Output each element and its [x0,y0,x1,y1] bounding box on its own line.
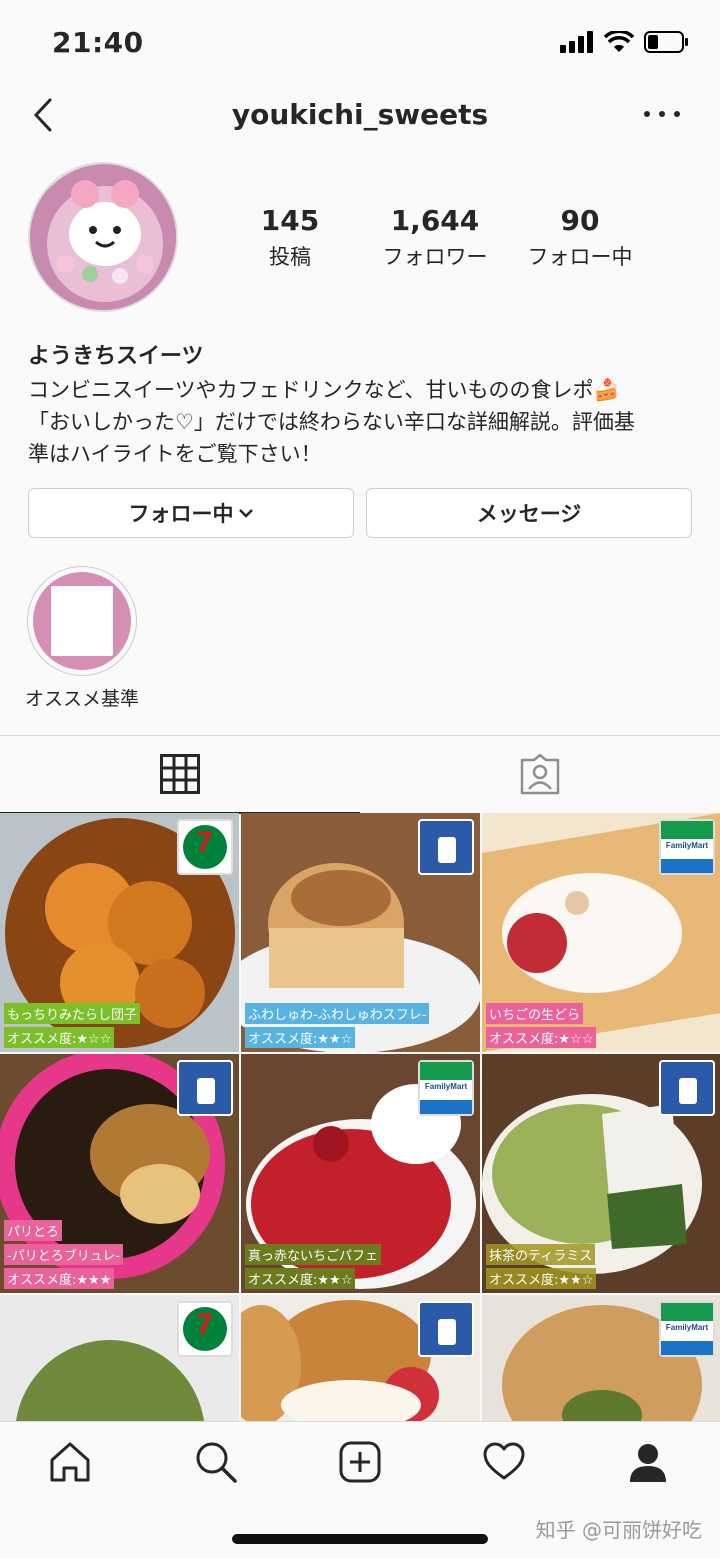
following-button-label: フォロー中 [128,502,234,526]
add-post-icon [339,1441,381,1483]
post-caption-tags: パリとろ -パリとろブリュレ- オススメ度:★★★ [4,1217,124,1289]
post-rating-tag: オススメ度:★★☆ [486,1268,597,1289]
post-thumbnail[interactable]: 7 [0,1295,239,1421]
seven-eleven-logo: 7 [177,819,233,875]
highlight-image [33,572,131,670]
tab-tagged[interactable] [360,736,720,814]
post-rating-tag: オススメ度:★☆☆ [486,1027,597,1048]
bio-text-line: コンビニスイーツやカフェドリンクなど、甘いものの食レポ🍰 [28,378,620,402]
profile-bio: ようきちスイーツ コンビニスイーツやカフェドリンクなど、甘いものの食レポ🍰 「お… [28,338,698,470]
post-thumbnail[interactable] [241,1295,480,1421]
stat-value: 90 [560,204,600,237]
heart-icon [483,1442,525,1480]
profile-tabs [0,735,720,814]
story-highlight[interactable]: オススメ基準 [22,566,142,711]
search-tab[interactable] [192,1438,240,1486]
highlight-label: オススメ基準 [24,688,139,710]
familymart-logo-text: FamilyMart [665,841,709,850]
familymart-logo: FamilyMart [659,819,715,875]
following-button[interactable]: フォロー中 [28,488,354,538]
highlight-cover [27,566,137,676]
battery-icon [644,31,688,53]
stat-value: 145 [260,204,320,237]
post-thumbnail[interactable]: 抹茶のティラミス オススメ度:★★☆ [482,1054,720,1293]
post-title-tag: ふわしゅわ-ふわしゅわスフレ- [245,1003,430,1024]
post-thumbnail[interactable]: FamilyMart 真っ赤ないちごパフェ オススメ度:★★☆ [241,1054,480,1293]
profile-stats: 145 投稿 1,644 フォロワー 90 フォロー中 [225,204,645,271]
post-caption-tags: いちごの生どら オススメ度:★☆☆ [486,1000,597,1048]
post-thumbnail[interactable]: ふわしゅわ-ふわしゅわスフレ- オススメ度:★★☆ [241,813,480,1052]
lawson-logo [659,1060,715,1116]
tab-posts-grid[interactable] [0,736,360,814]
post-caption-tags: ふわしゅわ-ふわしゅわスフレ- オススメ度:★★☆ [245,1000,430,1048]
profile-avatar[interactable] [28,162,178,312]
new-post-tab[interactable] [336,1438,384,1486]
profile-tab[interactable] [624,1438,672,1486]
seven-eleven-logo: 7 [177,1301,233,1357]
familymart-logo-text: FamilyMart [424,1082,468,1091]
profile-display-name: ようきちスイーツ [28,344,204,369]
message-button-label: メッセージ [476,502,582,526]
bio-text-line: 準はハイライトをご覧下さい！ [28,442,322,466]
lawson-logo [418,819,474,875]
stat-label: 投稿 [269,245,311,269]
activity-tab[interactable] [480,1438,528,1486]
post-thumbnail[interactable]: パリとろ -パリとろブリュレ- オススメ度:★★★ [0,1054,239,1293]
stat-posts[interactable]: 145 投稿 [225,204,355,271]
highlight-card-graphic [51,586,113,656]
profile-nav-bar: youkichi_sweets [0,88,720,148]
home-icon [50,1442,90,1482]
status-time: 21:40 [52,26,144,59]
post-title-tag: 抹茶のティラミス [486,1244,596,1265]
dot-icon [674,111,680,117]
stat-label: フォロワー [382,245,488,269]
profile-icon [630,1444,666,1482]
status-bar: 21:40 [0,0,720,88]
post-rating-tag: オススメ度:★★☆ [245,1027,356,1048]
familymart-logo: FamilyMart [659,1301,715,1357]
post-thumbnail[interactable]: 7 もっちりみたらし団子 オススメ度:★☆☆ [0,813,239,1052]
home-indicator[interactable] [232,1534,488,1544]
post-caption-tags: もっちりみたらし団子 オススメ度:★☆☆ [4,1000,141,1048]
post-rating-tag: オススメ度:★★☆ [245,1268,356,1289]
stat-value: 1,644 [390,204,480,237]
grid-icon [160,754,200,794]
status-icons [560,30,690,54]
stat-followers[interactable]: 1,644 フォロワー [370,204,500,271]
post-title-tag: もっちりみたらし団子 [4,1003,141,1024]
post-thumbnail[interactable]: FamilyMart いちごの生どら オススメ度:★☆☆ [482,813,720,1052]
stat-label: フォロー中 [527,245,633,269]
familymart-logo-text: FamilyMart [665,1323,709,1332]
tagged-person-icon [520,754,560,795]
post-rating-tag: オススメ度:★★★ [4,1268,115,1289]
post-title-tag-2: -パリとろブリュレ- [4,1244,124,1265]
chevron-down-icon [238,509,253,518]
home-tab[interactable] [46,1438,94,1486]
post-rating-tag: オススメ度:★☆☆ [4,1027,115,1048]
bio-text-line: 「おいしかった♡」だけでは終わらない辛口な詳細解説。評価基 [28,410,635,434]
cellular-signal-icon [560,31,593,53]
profile-username: youkichi_sweets [231,98,489,131]
message-button[interactable]: メッセージ [366,488,692,538]
dot-icon [659,111,665,117]
lawson-logo [177,1060,233,1116]
post-title-tag: 真っ赤ないちごパフェ [245,1244,382,1265]
familymart-logo: FamilyMart [418,1060,474,1116]
dot-icon [644,111,650,117]
wifi-icon [604,31,634,52]
avatar-image [30,164,176,310]
stat-following[interactable]: 90 フォロー中 [515,204,645,271]
post-thumbnail[interactable]: FamilyMart [482,1295,720,1421]
watermark: 知乎 @可丽饼好吃 [535,1518,702,1542]
post-caption-tags: 抹茶のティラミス オススメ度:★★☆ [486,1241,597,1289]
post-title-tag: パリとろ [4,1220,63,1241]
posts-grid: 7 もっちりみたらし団子 オススメ度:★☆☆ ふわしゅわ-ふわしゅわスフレ- オ… [0,813,720,1421]
post-title-tag: いちごの生どら [486,1003,584,1024]
lawson-logo [418,1301,474,1357]
search-icon [196,1442,237,1483]
post-caption-tags: 真っ赤ないちごパフェ オススメ度:★★☆ [245,1241,382,1289]
more-options-button[interactable] [644,102,680,126]
